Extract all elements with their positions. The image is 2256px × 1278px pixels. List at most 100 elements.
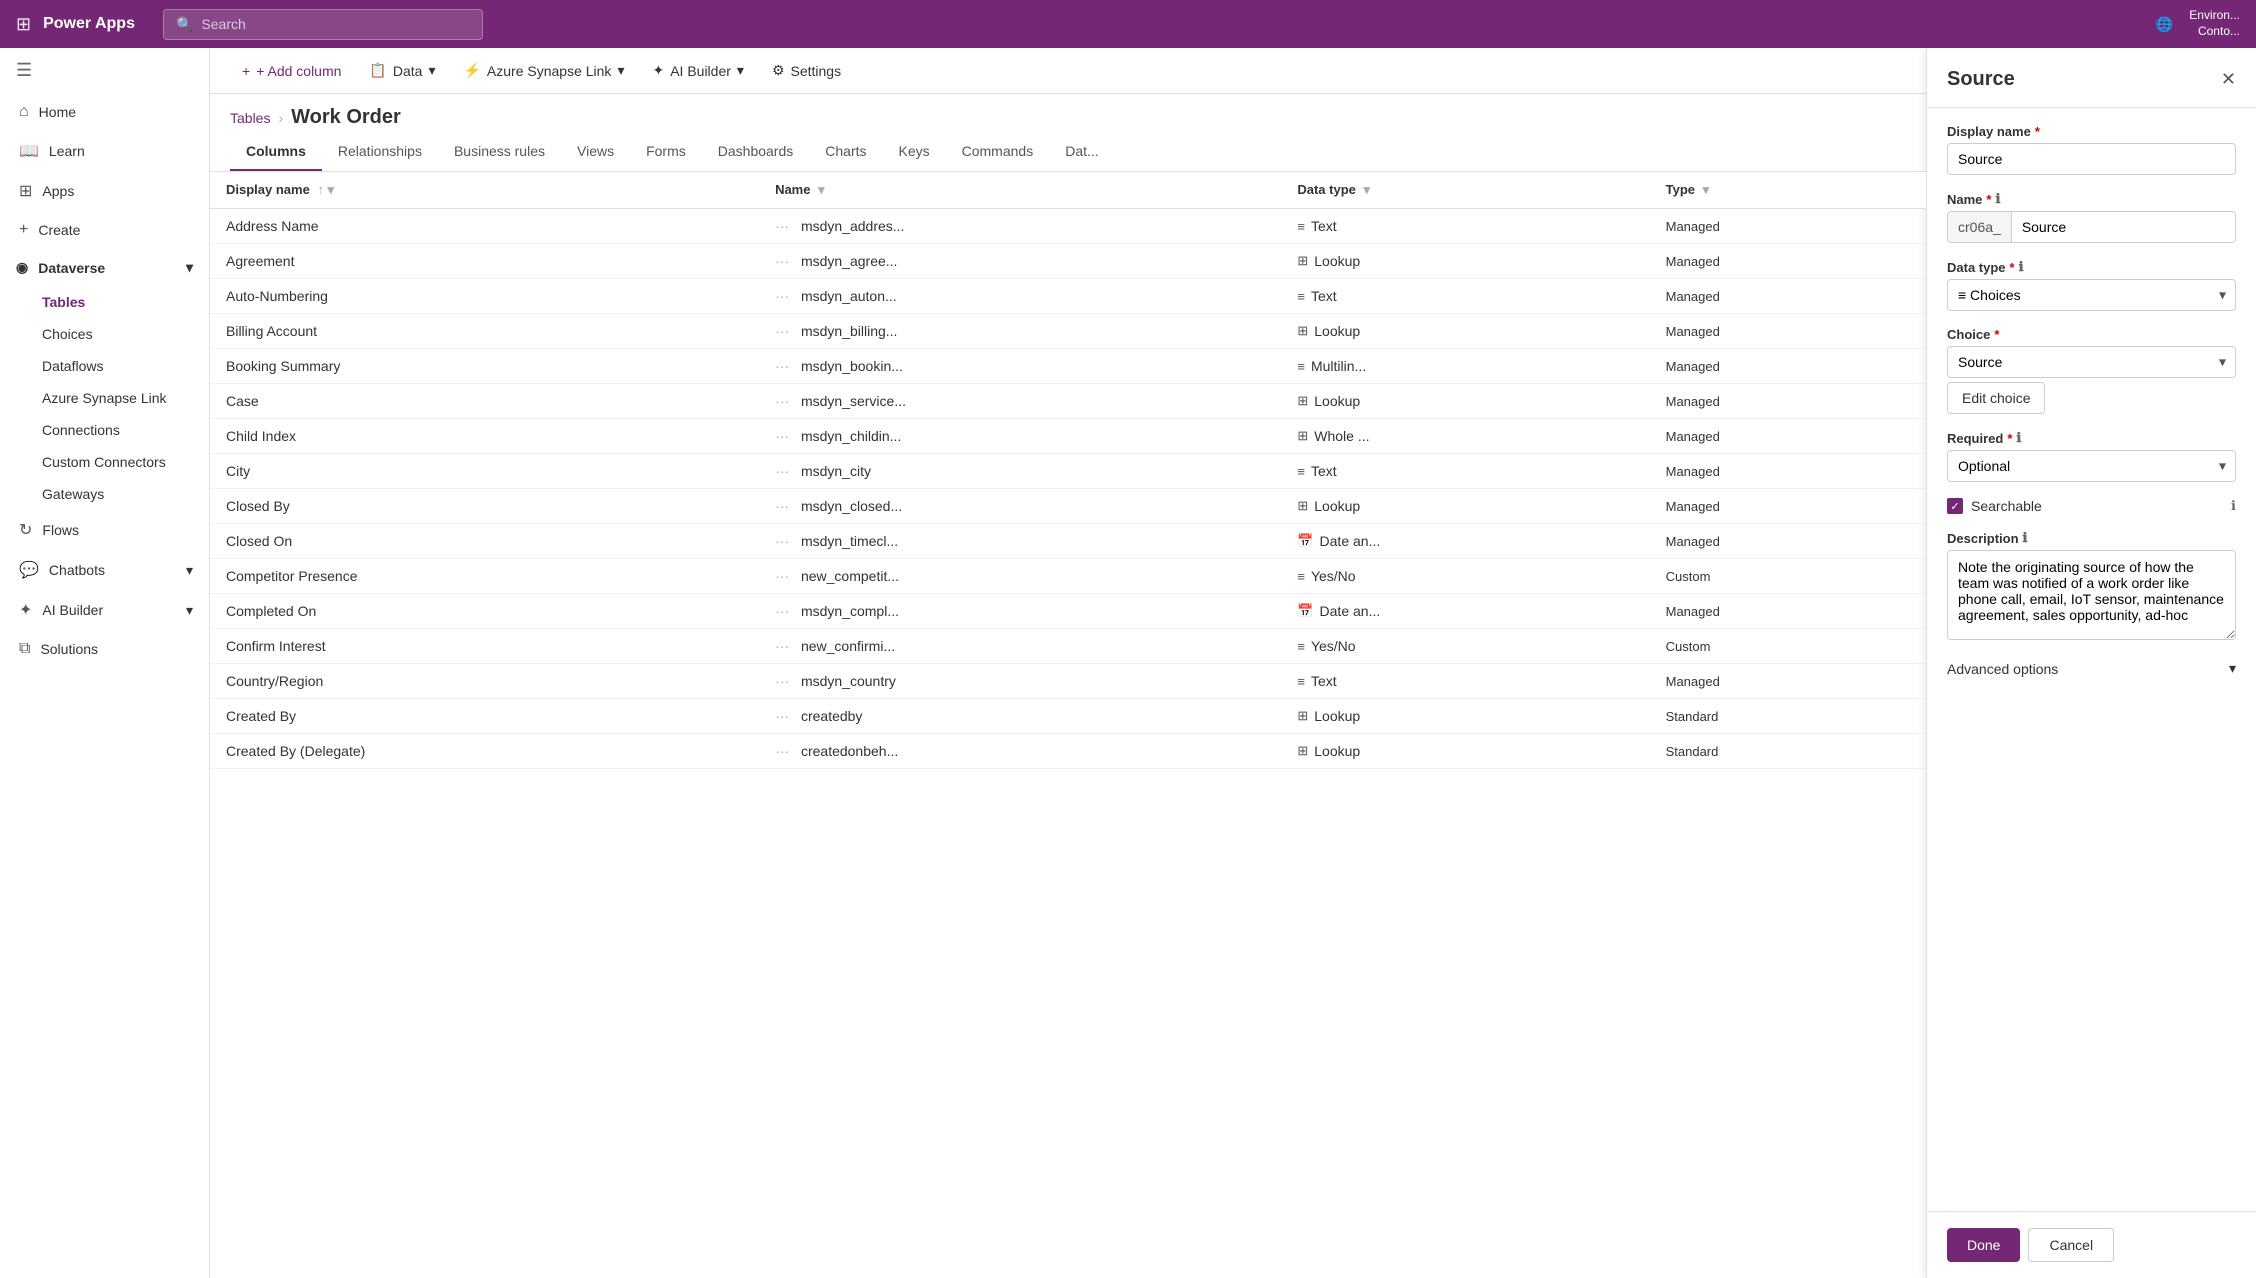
dots-menu[interactable]: ··· [775, 673, 789, 689]
table-row[interactable]: Auto-Numbering ··· msdyn_auton... ≡ Text… [210, 279, 1926, 314]
col-header-data-type[interactable]: Data type ▾ [1281, 172, 1649, 209]
col-header-type[interactable]: Type ▾ [1650, 172, 1926, 209]
data-type-info-icon[interactable]: ℹ [2019, 259, 2024, 275]
dots-menu[interactable]: ··· [775, 253, 789, 269]
dots-menu[interactable]: ··· [775, 603, 789, 619]
sidebar-item-learn[interactable]: 📖 Learn [0, 131, 209, 171]
dots-menu[interactable]: ··· [775, 638, 789, 654]
tab-dashboards[interactable]: Dashboards [702, 133, 810, 171]
advanced-options-section[interactable]: Advanced options ▾ [1947, 656, 2236, 681]
table-row[interactable]: Case ··· msdyn_service... ⊞ Lookup Manag… [210, 384, 1926, 419]
sidebar-item-connections[interactable]: Connections [0, 414, 209, 446]
dots-menu[interactable]: ··· [775, 708, 789, 724]
sidebar-toggle[interactable]: ☰ [0, 48, 209, 93]
sidebar-item-ai-builder[interactable]: ✦ AI Builder ▾ [0, 590, 209, 630]
data-type-select[interactable]: ≡ Choices [1947, 279, 2236, 311]
tables-label: Tables [42, 294, 85, 310]
dots-menu[interactable]: ··· [775, 533, 789, 549]
tab-business-rules[interactable]: Business rules [438, 133, 561, 171]
table-row[interactable]: Created By (Delegate) ··· createdonbeh..… [210, 734, 1926, 769]
sidebar-item-gateways[interactable]: Gateways [0, 478, 209, 510]
dots-menu[interactable]: ··· [775, 498, 789, 514]
sidebar-item-flows[interactable]: ↻ Flows [0, 510, 209, 550]
table-row[interactable]: Child Index ··· msdyn_childin... ⊞ Whole… [210, 419, 1926, 454]
panel-close-button[interactable]: ✕ [2221, 69, 2236, 90]
dots-menu[interactable]: ··· [775, 393, 789, 409]
search-bar[interactable]: 🔍 [163, 9, 483, 40]
sidebar-item-solutions[interactable]: ⧉ Solutions [0, 630, 209, 668]
tab-dat[interactable]: Dat... [1049, 133, 1114, 171]
tab-charts[interactable]: Charts [809, 133, 882, 171]
table-row[interactable]: Created By ··· createdby ⊞ Lookup Standa… [210, 699, 1926, 734]
sidebar-item-tables[interactable]: Tables [0, 286, 209, 318]
name-info-icon[interactable]: ℹ [1995, 191, 2000, 207]
display-name-input[interactable] [1947, 143, 2236, 175]
dots-menu[interactable]: ··· [775, 743, 789, 759]
name-input[interactable] [2012, 212, 2235, 242]
searchable-checkbox[interactable] [1947, 498, 1963, 514]
breadcrumb-parent[interactable]: Tables [230, 110, 270, 126]
cell-display-name: Country/Region [210, 664, 759, 699]
add-column-button[interactable]: + + Add column [230, 57, 353, 85]
edit-choice-button[interactable]: Edit choice [1947, 382, 2045, 414]
table-row[interactable]: Competitor Presence ··· new_competit... … [210, 559, 1926, 594]
description-textarea[interactable]: Note the originating source of how the t… [1947, 550, 2236, 640]
dtype-icon: ⊞ [1297, 498, 1308, 514]
data-button[interactable]: 📋 Data ▾ [357, 56, 447, 85]
sidebar-item-choices[interactable]: Choices [0, 318, 209, 350]
sidebar-item-azure-synapse[interactable]: Azure Synapse Link [0, 382, 209, 414]
sidebar-section-dataverse[interactable]: ◉ Dataverse ▾ [0, 249, 209, 286]
tabs: Columns Relationships Business rules Vie… [210, 133, 1926, 172]
done-button[interactable]: Done [1947, 1228, 2020, 1262]
tab-views[interactable]: Views [561, 133, 630, 171]
table-row[interactable]: Address Name ··· msdyn_addres... ≡ Text … [210, 209, 1926, 244]
choice-select[interactable]: Source [1947, 346, 2236, 378]
row-data-type: Text [1311, 288, 1337, 304]
dots-menu[interactable]: ··· [775, 358, 789, 374]
table-row[interactable]: Billing Account ··· msdyn_billing... ⊞ L… [210, 314, 1926, 349]
searchable-info-icon[interactable]: ℹ [2231, 498, 2236, 514]
tab-commands[interactable]: Commands [946, 133, 1050, 171]
tab-keys[interactable]: Keys [883, 133, 946, 171]
ai-builder-toolbar-button[interactable]: ✦ AI Builder ▾ [640, 56, 755, 85]
dots-menu[interactable]: ··· [775, 218, 789, 234]
sidebar-item-home[interactable]: ⌂ Home [0, 93, 209, 131]
sidebar-item-custom-connectors[interactable]: Custom Connectors [0, 446, 209, 478]
settings-button[interactable]: ⚙ Settings [760, 56, 853, 85]
dots-menu[interactable]: ··· [775, 463, 789, 479]
sidebar-item-apps[interactable]: ⊞ Apps [0, 171, 209, 211]
tab-forms[interactable]: Forms [630, 133, 702, 171]
required-select[interactable]: Optional Required [1947, 450, 2236, 482]
table-row[interactable]: Agreement ··· msdyn_agree... ⊞ Lookup Ma… [210, 244, 1926, 279]
dots-menu[interactable]: ··· [775, 288, 789, 304]
search-input[interactable] [201, 16, 470, 32]
dots-menu[interactable]: ··· [775, 428, 789, 444]
description-info-icon[interactable]: ℹ [2023, 530, 2028, 546]
required-label: Required * ℹ [1947, 430, 2236, 446]
table-row[interactable]: City ··· msdyn_city ≡ Text Managed [210, 454, 1926, 489]
ai-chevron-icon: ▾ [737, 62, 744, 79]
table-row[interactable]: Booking Summary ··· msdyn_bookin... ≡ Mu… [210, 349, 1926, 384]
required-info-icon[interactable]: ℹ [2016, 430, 2021, 446]
table-row[interactable]: Confirm Interest ··· new_confirmi... ≡ Y… [210, 629, 1926, 664]
dots-menu[interactable]: ··· [775, 568, 789, 584]
table-row[interactable]: Completed On ··· msdyn_compl... 📅 Date a… [210, 594, 1926, 629]
row-type: Managed [1666, 359, 1720, 374]
tab-columns[interactable]: Columns [230, 133, 322, 171]
sidebar-item-dataflows[interactable]: Dataflows [0, 350, 209, 382]
sidebar-item-create[interactable]: + Create [0, 211, 209, 249]
dots-menu[interactable]: ··· [775, 323, 789, 339]
sidebar-item-chatbots[interactable]: 💬 Chatbots ▾ [0, 550, 209, 590]
col-header-display-name[interactable]: Display name ↑ ▾ [210, 172, 759, 209]
table-row[interactable]: Closed On ··· msdyn_timecl... 📅 Date an.… [210, 524, 1926, 559]
toolbar: + + Add column 📋 Data ▾ ⚡ Azure Synapse … [210, 48, 1926, 94]
azure-synapse-button[interactable]: ⚡ Azure Synapse Link ▾ [451, 56, 636, 85]
table-row[interactable]: Closed By ··· msdyn_closed... ⊞ Lookup M… [210, 489, 1926, 524]
cancel-button[interactable]: Cancel [2028, 1228, 2114, 1262]
waffle-icon[interactable]: ⊞ [16, 14, 31, 35]
tab-relationships[interactable]: Relationships [322, 133, 438, 171]
col-header-name[interactable]: Name ▾ [759, 172, 1281, 209]
row-name: createdonbeh... [801, 743, 898, 759]
cell-data-type: ≡ Multilin... [1281, 349, 1649, 384]
table-row[interactable]: Country/Region ··· msdyn_country ≡ Text … [210, 664, 1926, 699]
